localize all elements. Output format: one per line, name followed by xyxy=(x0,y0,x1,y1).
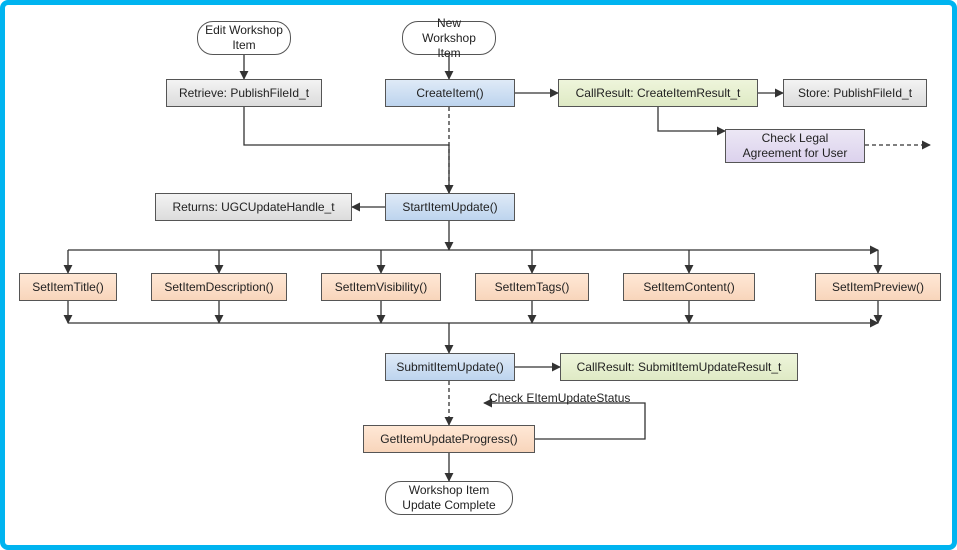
box-setitempreview: SetItemPreview() xyxy=(815,273,941,301)
box-setitemdescription: SetItemDescription() xyxy=(151,273,287,301)
box-retrieve-publishfileid: Retrieve: PublishFileId_t xyxy=(166,79,322,107)
edge-label-check-eitemupdatestatus: Check EItemUpdateStatus xyxy=(489,391,630,405)
terminator-edit-item: Edit Workshop Item xyxy=(197,21,291,55)
diagram-frame: { "terminator": { "edit": "Edit Workshop… xyxy=(0,0,957,550)
box-store-publishfileid: Store: PublishFileId_t xyxy=(783,79,927,107)
box-check-legal: Check Legal Agreement for User xyxy=(725,129,865,163)
box-getitemupdateprogress: GetItemUpdateProgress() xyxy=(363,425,535,453)
box-callresult-createitem: CallResult: CreateItemResult_t xyxy=(558,79,758,107)
box-startitemupdate: StartItemUpdate() xyxy=(385,193,515,221)
box-setitemvisibility: SetItemVisibility() xyxy=(321,273,441,301)
box-submititemupdate: SubmitItemUpdate() xyxy=(385,353,515,381)
box-setitemtitle: SetItemTitle() xyxy=(19,273,117,301)
box-setitemtags: SetItemTags() xyxy=(475,273,589,301)
terminator-new-item: New Workshop Item xyxy=(402,21,496,55)
box-callresult-submit: CallResult: SubmitItemUpdateResult_t xyxy=(560,353,798,381)
box-setitemcontent: SetItemContent() xyxy=(623,273,755,301)
box-returns-ugchandle: Returns: UGCUpdateHandle_t xyxy=(155,193,352,221)
terminator-complete: Workshop Item Update Complete xyxy=(385,481,513,515)
box-createitem: CreateItem() xyxy=(385,79,515,107)
